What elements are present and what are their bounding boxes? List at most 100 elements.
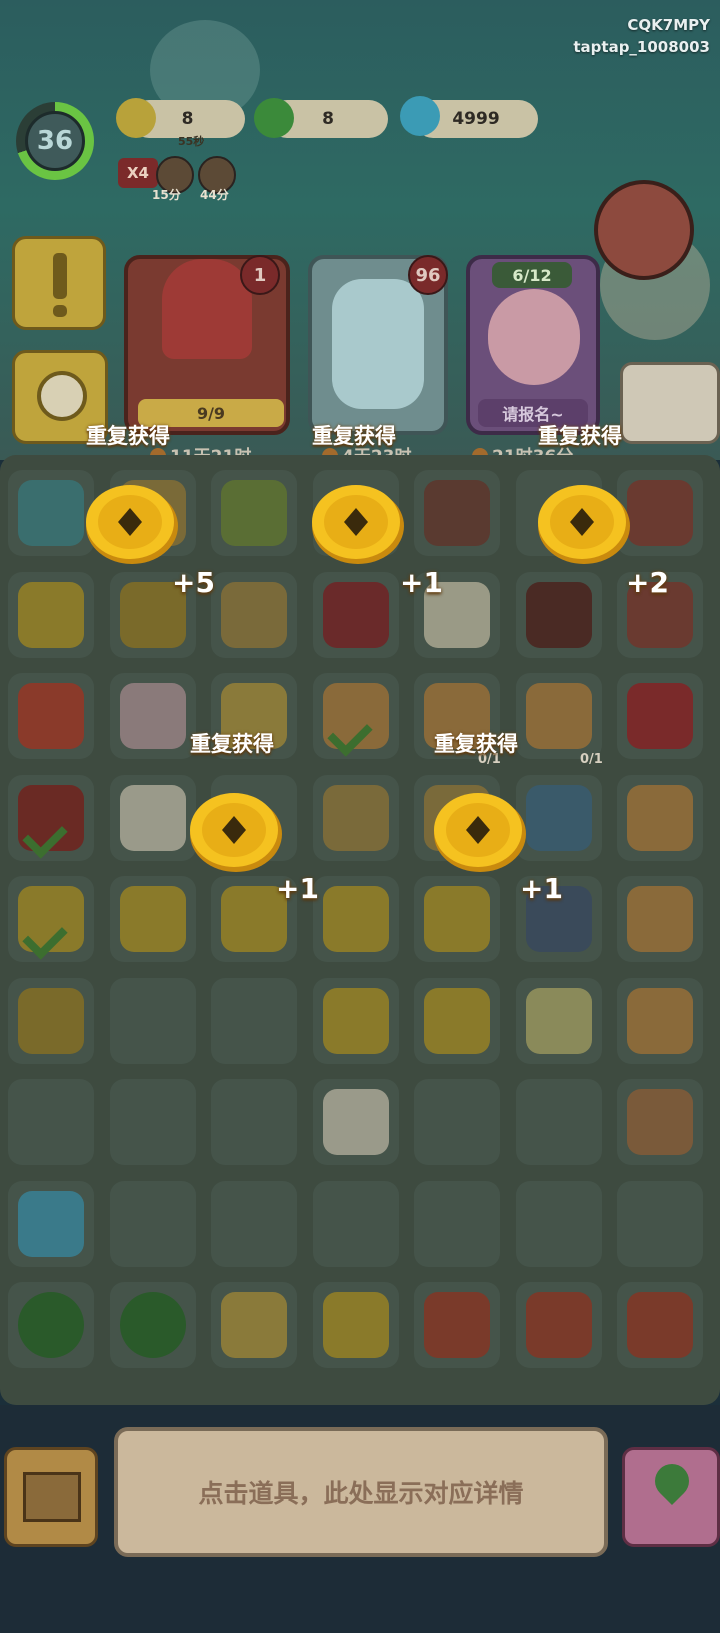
merge-item[interactable] [18, 1292, 84, 1358]
merge-item[interactable] [322, 1089, 389, 1155]
board-cell[interactable] [109, 977, 196, 1064]
board-cell[interactable] [8, 673, 94, 759]
board-cell[interactable] [8, 1180, 94, 1267]
merge-item[interactable] [627, 784, 693, 851]
merge-item[interactable] [322, 1292, 389, 1358]
board-cell[interactable] [211, 977, 297, 1064]
board-cell[interactable] [109, 774, 196, 861]
jade-coin-icon [254, 98, 294, 138]
merge-item[interactable] [525, 1292, 592, 1358]
board-cell[interactable] [211, 1180, 297, 1267]
merge-item[interactable] [18, 987, 84, 1054]
board-cell[interactable] [617, 1180, 703, 1267]
merge-item[interactable] [525, 987, 592, 1054]
map-button[interactable] [622, 1447, 720, 1547]
board-cell[interactable] [515, 673, 602, 759]
board-cell[interactable] [8, 876, 94, 962]
board-cell[interactable] [8, 1079, 94, 1165]
board-cell[interactable] [109, 1079, 196, 1165]
boost-timer-2: 44分 [200, 188, 229, 202]
board-cell[interactable] [617, 774, 703, 861]
merge-item[interactable] [18, 581, 84, 648]
board-cell[interactable] [515, 774, 602, 861]
merge-item[interactable] [322, 886, 389, 952]
energy-timer: 55秒 [178, 135, 205, 148]
alert-button[interactable] [12, 236, 106, 330]
board-cell[interactable] [109, 876, 196, 962]
merge-item[interactable] [119, 1292, 186, 1358]
merge-item[interactable] [424, 1292, 490, 1358]
reward-label-2: 重复获得 [312, 424, 396, 448]
board-cell[interactable] [515, 1079, 602, 1165]
board-cell[interactable] [617, 673, 703, 759]
board-cell[interactable] [312, 571, 399, 658]
board-cell[interactable] [312, 1282, 399, 1368]
board-cell[interactable] [312, 977, 399, 1064]
merge-item[interactable] [627, 480, 693, 546]
board-cell[interactable] [211, 470, 297, 556]
merge-item[interactable] [525, 683, 592, 749]
board-cell[interactable] [515, 1180, 602, 1267]
merge-item[interactable] [525, 784, 592, 851]
board-cell[interactable] [515, 1282, 602, 1368]
board-cell[interactable] [8, 774, 94, 861]
merge-item[interactable] [18, 683, 84, 749]
merge-item[interactable] [627, 987, 693, 1054]
board-cell[interactable] [515, 977, 602, 1064]
multiplier-badge[interactable]: X4 [118, 158, 158, 188]
reward-amount-1: +5 [172, 566, 215, 599]
board-cell[interactable] [312, 774, 399, 861]
board-cell[interactable] [414, 876, 500, 962]
board-cell[interactable] [211, 571, 297, 658]
board-cell[interactable] [8, 571, 94, 658]
board-cell[interactable] [312, 876, 399, 962]
merge-item[interactable] [424, 987, 490, 1054]
merge-item[interactable] [18, 480, 84, 546]
board-cell[interactable] [312, 1079, 399, 1165]
level-badge[interactable]: 36 [16, 102, 94, 180]
merge-item[interactable] [221, 1292, 287, 1358]
board-cell[interactable] [8, 470, 94, 556]
merge-item[interactable] [525, 581, 592, 648]
merge-item[interactable] [627, 1292, 693, 1358]
merge-item[interactable] [119, 784, 186, 851]
board-cell[interactable] [109, 1180, 196, 1267]
board-cell[interactable] [414, 470, 500, 556]
board-cell[interactable] [8, 977, 94, 1064]
board-cell[interactable] [617, 1079, 703, 1165]
board-cell[interactable] [312, 673, 399, 759]
npc-button[interactable] [620, 362, 720, 444]
merge-item[interactable] [221, 581, 287, 648]
merge-item[interactable] [322, 581, 389, 648]
board-cell[interactable] [414, 1282, 500, 1368]
merge-item[interactable] [627, 886, 693, 952]
copper-coin-icon [538, 485, 630, 564]
merge-item[interactable] [627, 683, 693, 749]
merge-item[interactable] [119, 886, 186, 952]
merge-item[interactable] [221, 480, 287, 546]
board-cell[interactable] [312, 1180, 399, 1267]
board-cell[interactable] [211, 1079, 297, 1165]
board-cell[interactable] [8, 1282, 94, 1368]
board-cell[interactable] [515, 571, 602, 658]
board-cell[interactable] [109, 1282, 196, 1368]
board-cell[interactable] [211, 1282, 297, 1368]
merge-item[interactable] [322, 987, 389, 1054]
board-cell[interactable] [617, 977, 703, 1064]
shop-button[interactable] [594, 180, 694, 280]
storage-box-button[interactable] [4, 1447, 98, 1547]
merge-item[interactable] [322, 784, 389, 851]
board-cell[interactable] [414, 1079, 500, 1165]
reward-amount-2: +1 [400, 566, 443, 599]
item-detail-panel: 点击道具，此处显示对应详情 [114, 1427, 608, 1557]
merge-item[interactable] [18, 1190, 84, 1257]
board-cell[interactable] [414, 977, 500, 1064]
merge-item[interactable] [424, 886, 490, 952]
board-cell[interactable] [617, 1282, 703, 1368]
merge-item[interactable] [627, 1089, 693, 1155]
merge-item[interactable] [424, 480, 490, 546]
merge-item[interactable] [119, 683, 186, 749]
board-cell[interactable] [109, 673, 196, 759]
board-cell[interactable] [617, 876, 703, 962]
board-cell[interactable] [414, 1180, 500, 1267]
